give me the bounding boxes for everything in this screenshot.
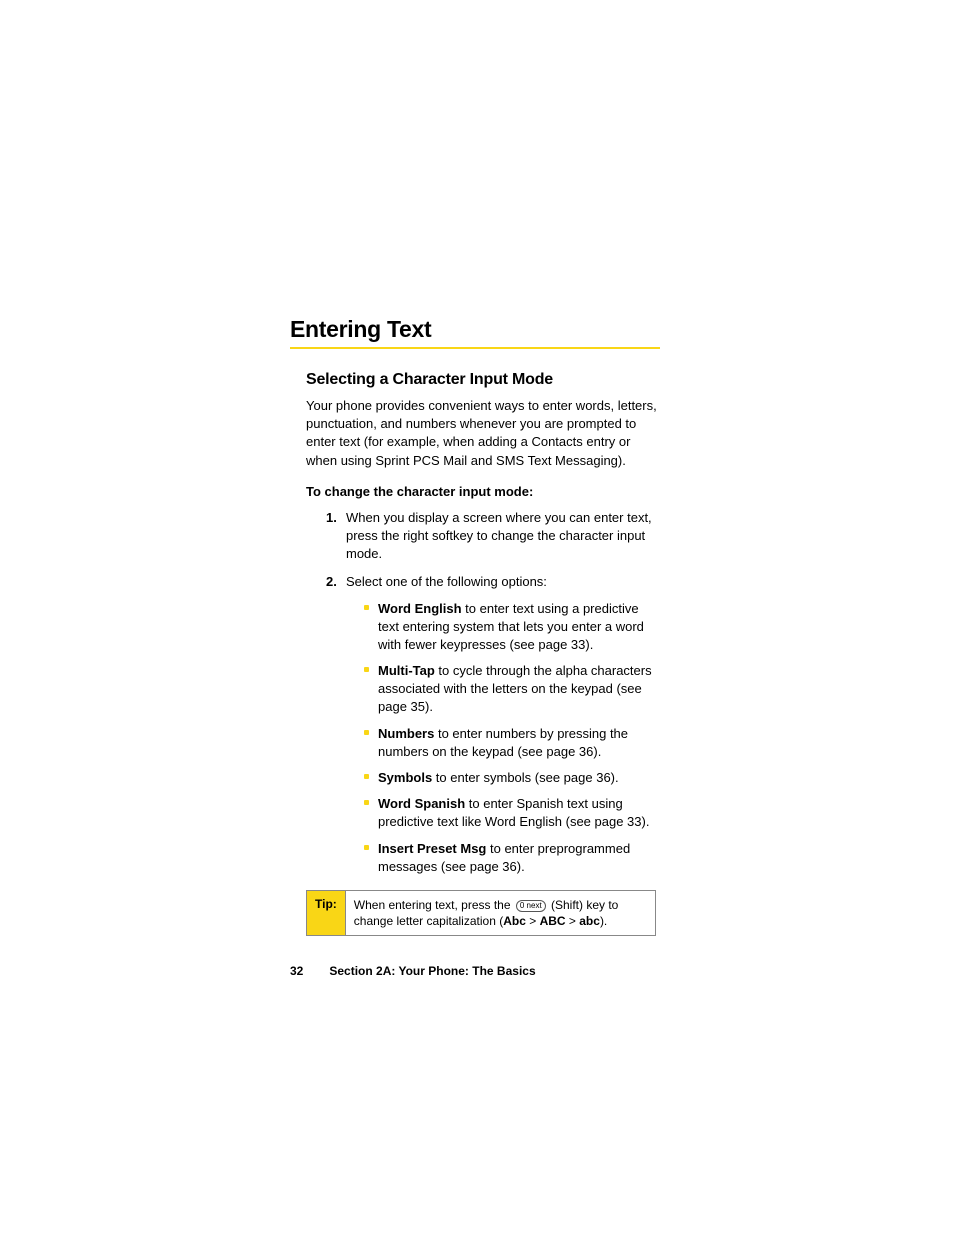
step-1: 1. When you display a screen where you c… <box>326 509 660 564</box>
option-text: to enter symbols (see page 36). <box>432 770 618 785</box>
page-number: 32 <box>290 964 303 978</box>
tip-box: Tip: When entering text, press the 0 nex… <box>306 890 656 936</box>
bullet-icon <box>364 730 369 735</box>
steps-list: 1. When you display a screen where you c… <box>326 509 660 876</box>
tip-text-pre: When entering text, press the <box>354 898 514 912</box>
step-number: 1. <box>326 509 337 527</box>
bullet-icon <box>364 605 369 610</box>
step-2: 2. Select one of the following options: … <box>326 573 660 876</box>
option-bold: Multi-Tap <box>378 663 435 678</box>
bullet-icon <box>364 774 369 779</box>
option-item: Insert Preset Msg to enter preprogrammed… <box>364 840 660 876</box>
tip-content: When entering text, press the 0 next (Sh… <box>346 891 655 935</box>
instruction-label: To change the character input mode: <box>306 484 660 499</box>
tip-bold-3: abc <box>579 914 600 928</box>
bullet-icon <box>364 667 369 672</box>
bullet-icon <box>364 845 369 850</box>
option-bold: Word English <box>378 601 462 616</box>
step-number: 2. <box>326 573 337 591</box>
option-bold: Numbers <box>378 726 434 741</box>
main-heading: Entering Text <box>290 316 660 349</box>
page-content: Entering Text Selecting a Character Inpu… <box>290 316 660 936</box>
tip-label: Tip: <box>307 891 346 935</box>
option-item: Multi-Tap to cycle through the alpha cha… <box>364 662 660 717</box>
section-label: Section 2A: Your Phone: The Basics <box>329 964 535 978</box>
bullet-icon <box>364 800 369 805</box>
option-item: Symbols to enter symbols (see page 36). <box>364 769 660 787</box>
option-item: Numbers to enter numbers by pressing the… <box>364 725 660 761</box>
tip-sep-1: > <box>526 914 540 928</box>
tip-text-end: ). <box>600 914 607 928</box>
intro-paragraph: Your phone provides convenient ways to e… <box>306 397 660 470</box>
options-list: Word English to enter text using a predi… <box>364 600 660 876</box>
tip-bold-1: Abc <box>503 914 526 928</box>
step-text: Select one of the following options: <box>346 574 547 589</box>
sub-heading: Selecting a Character Input Mode <box>306 371 660 389</box>
option-item: Word English to enter text using a predi… <box>364 600 660 655</box>
step-text: When you display a screen where you can … <box>346 510 652 561</box>
option-bold: Symbols <box>378 770 432 785</box>
tip-sep-2: > <box>566 914 580 928</box>
option-bold: Insert Preset Msg <box>378 841 486 856</box>
option-item: Word Spanish to enter Spanish text using… <box>364 795 660 831</box>
option-bold: Word Spanish <box>378 796 465 811</box>
shift-key-icon: 0 next <box>516 900 546 912</box>
tip-bold-2: ABC <box>540 914 566 928</box>
page-footer: 32 Section 2A: Your Phone: The Basics <box>290 964 536 978</box>
